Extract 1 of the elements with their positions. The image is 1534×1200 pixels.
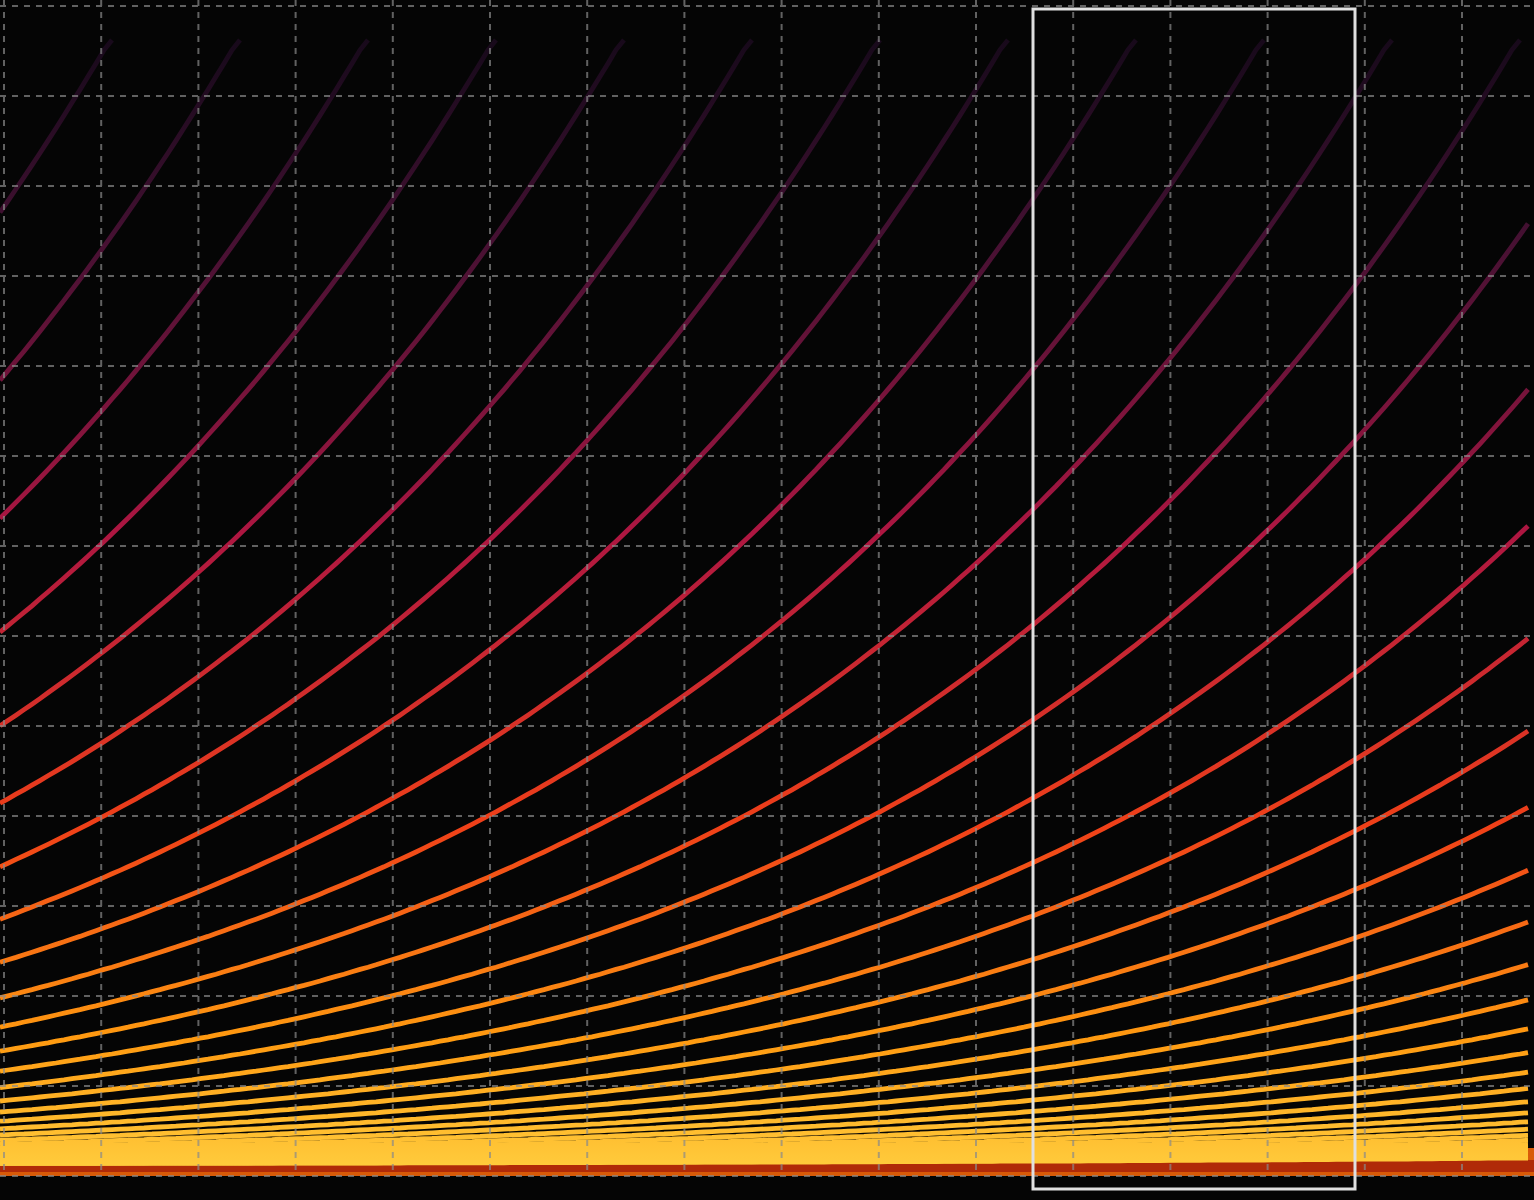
selection-rectangle[interactable] xyxy=(1031,7,1357,1191)
